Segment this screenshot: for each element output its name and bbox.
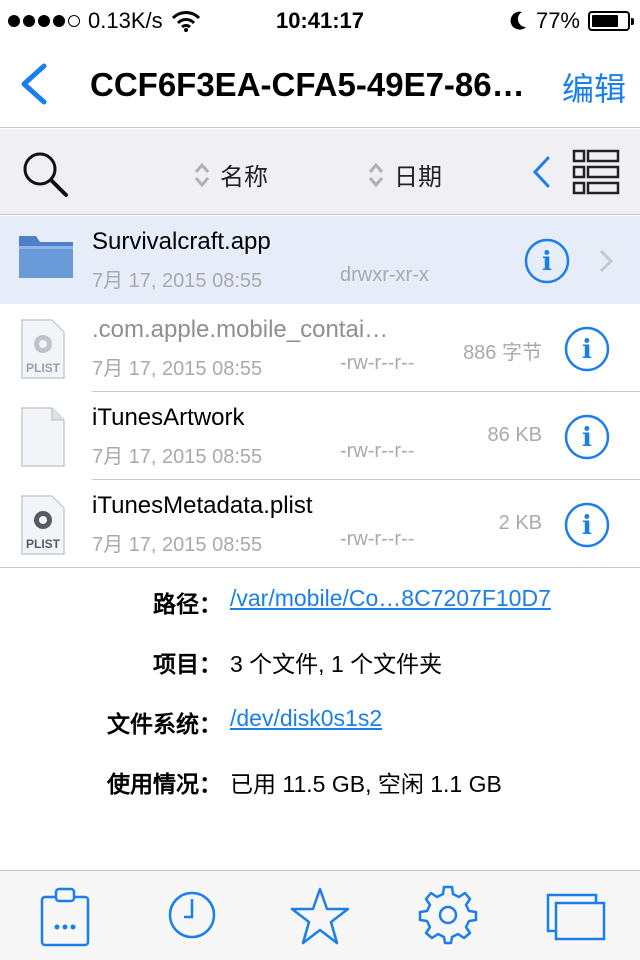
detail-path: 路径： /var/mobile/Co…8C7207F10D7	[0, 585, 640, 625]
file-permissions: drwxr-xr-x	[340, 264, 429, 286]
items-label: 项目：	[153, 651, 222, 677]
file-row[interactable]: PLIST .com.apple.mobile_contai… 7月 17, 2…	[0, 304, 640, 392]
clock-icon[interactable]	[160, 885, 224, 949]
file-name: iTunesMetadata.plist	[92, 492, 313, 519]
usage-value: 已用 11.5 GB, 空闲 1.1 GB	[230, 771, 502, 797]
folder-details	[0, 567, 640, 568]
file-row[interactable]: Survivalcraft.app 7月 17, 2015 08:55 drwx…	[0, 216, 640, 304]
svg-text:i: i	[582, 511, 592, 541]
toolbar: 名称 日期	[0, 129, 640, 215]
usage-label: 使用情况：	[107, 771, 222, 797]
file-permissions: -rw-r--r--	[340, 528, 415, 550]
battery-icon	[588, 11, 634, 31]
status-bar: 0.13K/s 10:41:17 77%	[0, 0, 640, 40]
sort-arrows-icon	[368, 162, 384, 187]
items-value: 3 个文件, 1 个文件夹	[230, 651, 443, 677]
folder-icon	[19, 236, 73, 278]
blank-file-icon	[21, 407, 65, 467]
sort-by-date-button[interactable]: 日期	[368, 157, 442, 192]
svg-text:i: i	[542, 247, 552, 277]
file-name: iTunesArtwork	[92, 404, 245, 431]
page-title: CCF6F3EA-CFA5-49E7-86…	[90, 66, 525, 103]
moon-icon	[510, 11, 526, 30]
file-row[interactable]: PLIST iTunesMetadata.plist 7月 17, 2015 0…	[0, 480, 640, 568]
edit-button[interactable]: 编辑	[562, 64, 626, 110]
star-icon[interactable]	[288, 885, 352, 949]
file-size: 86 KB	[487, 424, 542, 446]
file-row[interactable]: iTunesArtwork 7月 17, 2015 08:55 -rw-r--r…	[0, 392, 640, 480]
info-icon[interactable]: i	[564, 502, 610, 548]
sort-name-label: 名称	[220, 164, 268, 191]
windows-icon[interactable]	[544, 885, 608, 949]
plist-file-icon: PLIST	[21, 495, 65, 555]
svg-text:PLIST: PLIST	[26, 537, 61, 551]
file-date: 7月 17, 2015 08:55	[92, 446, 263, 468]
tab-bar	[0, 870, 640, 960]
path-link[interactable]: /var/mobile/Co…8C7207F10D7	[230, 585, 551, 612]
info-icon[interactable]: i	[564, 326, 610, 372]
svg-text:i: i	[582, 423, 592, 453]
file-permissions: -rw-r--r--	[340, 352, 415, 374]
back-chevron-icon[interactable]	[14, 62, 54, 106]
plist-file-icon: PLIST	[21, 319, 65, 379]
sort-date-label: 日期	[394, 164, 442, 191]
info-icon[interactable]: i	[524, 238, 570, 284]
chevron-right-icon[interactable]	[598, 248, 614, 274]
file-date: 7月 17, 2015 08:55	[92, 534, 263, 556]
clipboard-icon[interactable]	[34, 885, 98, 949]
svg-text:i: i	[582, 335, 592, 365]
filesystem-label: 文件系统：	[107, 711, 222, 737]
sort-by-name-button[interactable]: 名称	[194, 157, 268, 192]
file-size: 2 KB	[498, 512, 542, 534]
svg-text:PLIST: PLIST	[26, 361, 61, 375]
search-icon[interactable]	[20, 149, 70, 199]
navigation-bar: CCF6F3EA-CFA5-49E7-86… 编辑	[0, 40, 640, 128]
file-name: .com.apple.mobile_contai…	[92, 316, 389, 343]
file-size: 886 字节	[463, 342, 542, 364]
file-date: 7月 17, 2015 08:55	[92, 270, 263, 292]
filesystem-link[interactable]: /dev/disk0s1s2	[230, 705, 382, 732]
path-label: 路径：	[153, 591, 222, 617]
file-permissions: -rw-r--r--	[340, 440, 415, 462]
chevron-left-icon[interactable]	[530, 155, 552, 189]
sort-arrows-icon	[194, 162, 210, 187]
battery-percent: 77%	[535, 8, 580, 33]
list-view-icon[interactable]	[572, 149, 620, 195]
gear-icon[interactable]	[416, 885, 480, 949]
file-name: Survivalcraft.app	[92, 228, 271, 255]
file-date: 7月 17, 2015 08:55	[92, 358, 263, 380]
info-icon[interactable]: i	[564, 414, 610, 460]
detail-usage: 使用情况： 已用 11.5 GB, 空闲 1.1 GB	[0, 765, 640, 805]
status-right: 77%	[508, 8, 634, 34]
detail-items: 项目： 3 个文件, 1 个文件夹	[0, 645, 640, 685]
detail-filesystem: 文件系统： /dev/disk0s1s2	[0, 705, 640, 745]
